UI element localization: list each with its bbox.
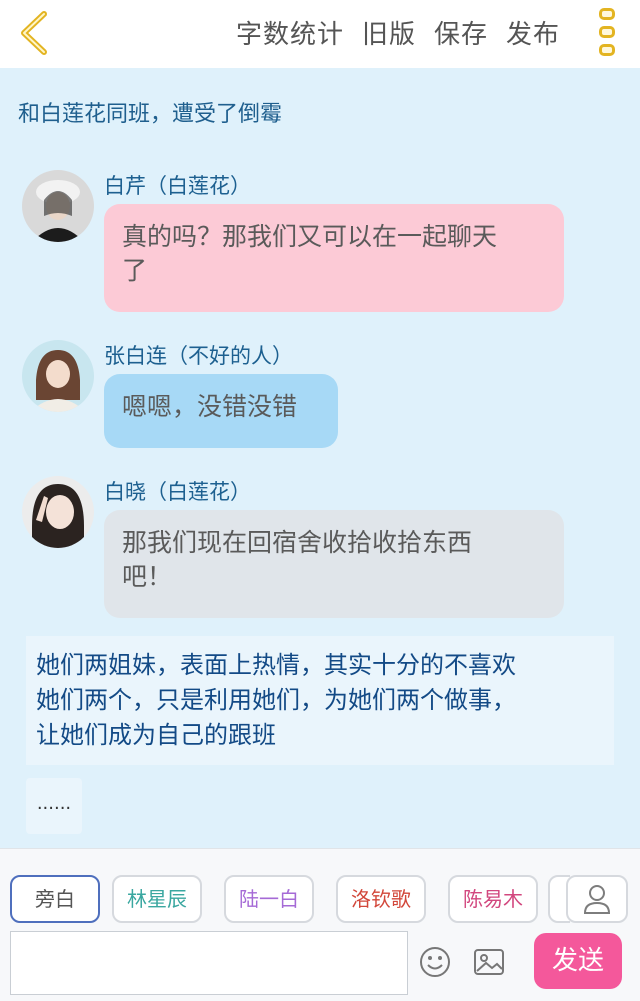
narration-line: 她们两姐妹，表面上热情，其实十分的不喜欢 — [36, 651, 516, 679]
message-text-line: 了 — [122, 256, 148, 285]
role-chen-yimu[interactable]: 陈易木 — [448, 875, 538, 923]
image-icon[interactable] — [472, 945, 506, 979]
avatar — [22, 340, 94, 412]
word-count-button[interactable]: 字数统计 — [236, 14, 344, 51]
avatar — [22, 476, 94, 548]
compose-panel: 旁白 林星辰 陆一白 洛钦歌 陈易木 发送 — [0, 848, 640, 1001]
narration-block[interactable]: 她们两姐妹，表面上热情，其实十分的不喜欢 她们两个，只是利用她们，为她们两个做事… — [26, 636, 614, 765]
chapter-title[interactable]: 和白莲花同班，遭受了倒霉 — [18, 96, 282, 128]
message-text-line: 吧！ — [122, 562, 173, 591]
add-role-button[interactable] — [566, 875, 628, 923]
message-input[interactable] — [10, 931, 408, 995]
role-lin-xingchen[interactable]: 林星辰 — [112, 875, 202, 923]
top-actions: 字数统计 旧版 保存 发布 — [236, 14, 560, 50]
narration-line: 让她们成为自己的跟班 — [36, 721, 276, 749]
menu-dot — [599, 44, 615, 56]
emoji-icon[interactable] — [418, 945, 452, 979]
message-bubble[interactable]: 那我们现在回宿舍收拾收拾东西 吧！ — [104, 510, 564, 618]
old-version-button[interactable]: 旧版 — [362, 14, 416, 51]
ellipsis-block[interactable]: ...... — [26, 778, 82, 834]
story-content: 和白莲花同班，遭受了倒霉 白芹（白莲花） 真的吗？那我们又可以在一起聊天 了 张… — [0, 68, 640, 848]
message-text-line: 嗯嗯，没错没错 — [122, 392, 298, 421]
speaker-name: 张白连（不好的人） — [104, 344, 293, 368]
role-lu-yibai[interactable]: 陆一白 — [224, 875, 314, 923]
speaker-name: 白芹（白莲花） — [104, 174, 251, 198]
message-text-line: 那我们现在回宿舍收拾收拾东西 — [122, 528, 473, 557]
send-button[interactable]: 发送 — [534, 933, 622, 989]
message-text-line: 真的吗？那我们又可以在一起聊天 — [122, 222, 498, 251]
role-luo-qinge[interactable]: 洛钦歌 — [336, 875, 426, 923]
menu-dot — [599, 8, 615, 20]
message-bubble[interactable]: 嗯嗯，没错没错 — [104, 374, 338, 448]
save-button[interactable]: 保存 — [434, 14, 488, 51]
role-narrator[interactable]: 旁白 — [10, 875, 100, 923]
role-selector: 旁白 林星辰 陆一白 洛钦歌 陈易木 — [10, 875, 570, 925]
speaker-name: 白晓（白莲花） — [104, 480, 251, 504]
publish-button[interactable]: 发布 — [506, 14, 560, 51]
back-icon[interactable] — [14, 10, 54, 56]
narration-line: 她们两个，只是利用她们，为她们两个做事， — [36, 686, 516, 714]
user-icon — [583, 885, 611, 914]
menu-dot — [599, 26, 615, 38]
top-bar: 字数统计 旧版 保存 发布 — [0, 0, 640, 68]
message-bubble[interactable]: 真的吗？那我们又可以在一起聊天 了 — [104, 204, 564, 312]
more-menu-icon[interactable] — [594, 6, 620, 58]
avatar — [22, 170, 94, 242]
